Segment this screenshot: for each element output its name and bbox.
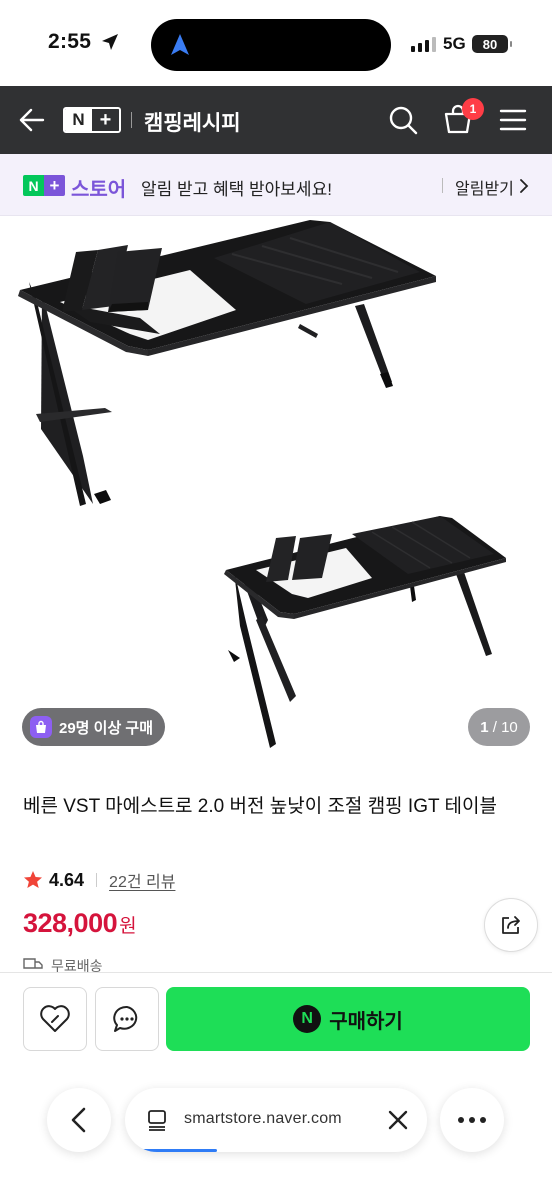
share-button[interactable] <box>484 898 538 952</box>
buy-button-label: 구매하기 <box>329 1010 403 1033</box>
table-large <box>18 220 436 506</box>
heart-icon <box>40 1005 70 1032</box>
purchase-count-text: 29명 이상 구매 <box>59 719 154 737</box>
naver-plus-logo[interactable]: N + <box>63 107 121 133</box>
status-time: 2:55 <box>48 30 92 53</box>
alarm-banner[interactable]: N + 스토어 알림 받고 혜택 받아보세요! 알림받기 <box>0 154 552 216</box>
chevron-right-icon[interactable] <box>518 179 530 193</box>
rating-score: 4.64 <box>49 869 85 890</box>
close-icon[interactable] <box>387 1109 409 1131</box>
product-photo <box>18 220 506 748</box>
hamburger-menu-icon[interactable] <box>499 108 527 132</box>
chat-bubble-icon <box>113 1005 138 1032</box>
address-bar[interactable]: smartstore.naver.com <box>125 1088 427 1152</box>
table-small <box>224 516 506 748</box>
star-icon <box>24 871 42 888</box>
location-arrow-icon <box>102 34 118 50</box>
network-type: 5G <box>443 34 466 53</box>
header-divider <box>131 112 132 128</box>
current-page: 1 <box>480 718 489 736</box>
alarm-subscribe-link[interactable]: 알림받기 <box>455 175 514 199</box>
dynamic-island <box>151 19 391 71</box>
truck-icon <box>23 958 43 969</box>
battery-icon: 80 <box>472 35 512 53</box>
store-name[interactable]: 캠핑레시피 <box>144 107 241 137</box>
naver-plus-store-logo: N + <box>23 175 65 196</box>
store-header: N + 캠핑레시피 <box>0 86 552 154</box>
search-icon[interactable] <box>388 105 418 135</box>
navigation-arrow-icon <box>171 34 189 55</box>
banner-divider <box>442 178 443 193</box>
talk-talk-button[interactable] <box>95 987 159 1051</box>
buy-button[interactable]: N 구매하기 <box>166 987 530 1051</box>
total-pages: 10 <box>501 718 518 736</box>
chevron-left-icon <box>71 1107 86 1133</box>
price-currency: 원 <box>119 916 137 937</box>
shipping-text: 무료배송 <box>51 958 103 972</box>
page-load-progress <box>135 1149 217 1152</box>
product-title: 베른 VST 마에스트로 2.0 버전 높낮이 조절 캠핑 IGT 테이블 <box>23 796 497 817</box>
tabs-icon[interactable] <box>145 1108 169 1132</box>
price-row: 328,000 원 <box>23 908 137 939</box>
product-image-gallery[interactable] <box>0 216 552 768</box>
price-value: 328,000 <box>23 908 118 938</box>
banner-brand: 스토어 <box>71 179 127 201</box>
more-dots-icon <box>458 1117 486 1123</box>
signal-icon <box>411 36 436 52</box>
purchase-count-badge: 29명 이상 구매 <box>22 708 166 746</box>
status-bar: 2:55 5G 80 <box>0 0 552 88</box>
browser-back-button[interactable] <box>47 1088 111 1152</box>
banner-message: 알림 받고 혜택 받아보세요! <box>141 180 332 199</box>
shipping-info: 무료배송 <box>23 956 103 972</box>
rating-row: 4.64 22건 리뷰 <box>23 867 175 893</box>
cart-count-badge: 1 <box>462 98 484 120</box>
back-arrow-icon[interactable] <box>18 106 46 134</box>
review-count-link[interactable]: 22건 리뷰 <box>109 868 175 892</box>
rating-divider <box>96 873 98 887</box>
share-icon <box>502 916 520 934</box>
browser-more-button[interactable] <box>440 1088 504 1152</box>
wishlist-button[interactable] <box>23 987 87 1051</box>
url-text[interactable]: smartstore.naver.com <box>184 1110 342 1128</box>
image-page-indicator: 1 / 10 <box>468 708 530 746</box>
naver-pay-icon: N <box>293 1005 322 1033</box>
shopping-bag-icon <box>30 716 52 738</box>
